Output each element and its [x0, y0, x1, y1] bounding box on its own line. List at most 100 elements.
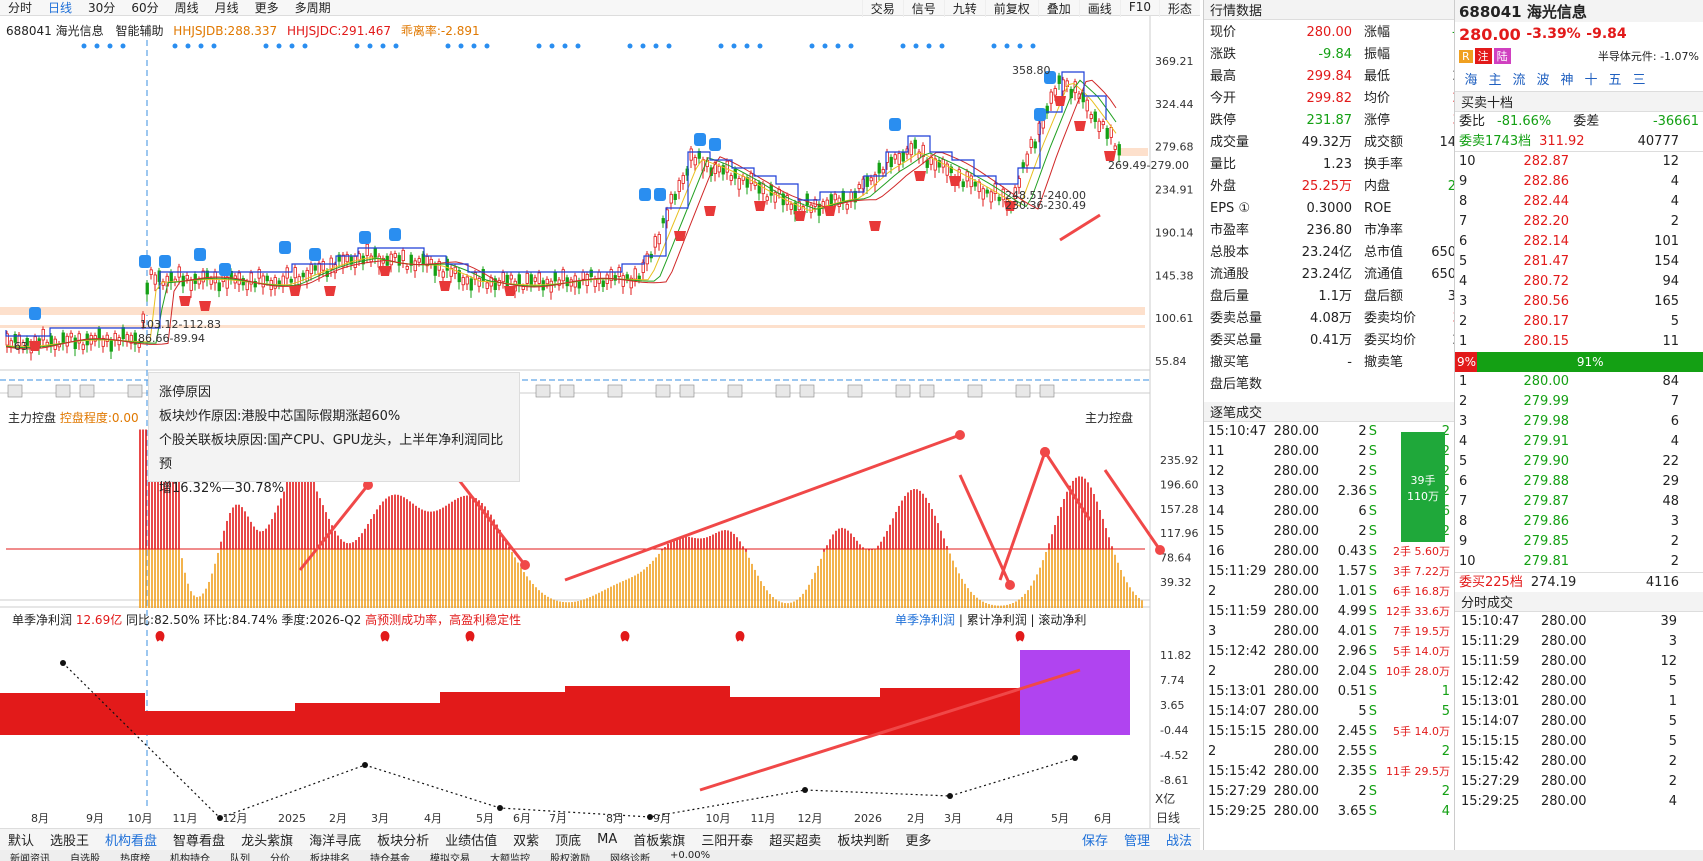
trade-button[interactable]: 交易 — [861, 0, 903, 17]
candle-body — [893, 154, 897, 160]
sell-signal-marker — [389, 228, 401, 241]
tab-cumulative-profit[interactable]: 累计净利润 — [967, 613, 1027, 627]
module-tab-10[interactable]: 股权激励 — [540, 850, 600, 861]
module-tab-3[interactable]: 机构持仓 — [160, 850, 220, 861]
tab-multi-period[interactable]: 多周期 — [287, 0, 339, 16]
sell-summary-row: 委卖1743档 311.92 40777 — [1455, 132, 1703, 152]
module-tab-2[interactable]: 热度榜 — [110, 850, 160, 861]
module-tab-12[interactable]: +0.00% — [660, 850, 720, 861]
module-tab-4[interactable]: 队列 — [220, 850, 260, 861]
date-axis-label: 6月 — [513, 812, 531, 825]
signal-dot — [367, 43, 373, 49]
module-tab-0[interactable]: 新闻资讯 — [0, 850, 60, 861]
panel3-title: 单季净利润 12.69亿 同比:82.50% 环比:84.74% 季度:2026… — [12, 611, 521, 628]
feature-char-0[interactable]: 海 — [1459, 69, 1483, 88]
feature-char-3[interactable]: 波 — [1531, 69, 1555, 88]
smart-assist[interactable]: 智能辅助 — [115, 24, 163, 38]
signal-button[interactable]: 信号 — [902, 0, 944, 17]
indicator-tab-0[interactable]: 默认 — [0, 830, 42, 849]
order-level-row: 2 280.17 5 — [1455, 312, 1703, 332]
tick-cell: 15:13:01 — [1208, 684, 1267, 699]
sell-signal-marker — [1034, 108, 1046, 121]
candle-body — [321, 261, 325, 271]
sell-levels: 10 282.87 12 9 282.86 4 8 282.44 4 7 282.20 2 6 282.1… — [1455, 152, 1703, 352]
feature-char-7[interactable]: 三 — [1627, 69, 1651, 88]
module-tab-8[interactable]: 模拟交易 — [420, 850, 480, 861]
indicator-tab-18[interactable]: 战法 — [1158, 830, 1200, 849]
f10-button[interactable]: F10 — [1119, 0, 1159, 17]
indicator-tab-6[interactable]: 板块分析 — [369, 830, 437, 849]
candle-body — [845, 203, 849, 210]
indicator-tab-13[interactable]: 超买超卖 — [761, 830, 829, 849]
level-price: 279.90 — [1523, 454, 1570, 469]
tab-monthly[interactable]: 月线 — [207, 0, 247, 16]
tick-cell: 280.00 — [1273, 464, 1320, 479]
pattern-button[interactable]: 形态 — [1158, 0, 1200, 17]
event-icon — [847, 384, 863, 398]
candle-body — [433, 264, 437, 276]
quote-value: -9.84 — [1318, 47, 1352, 62]
module-tab-6[interactable]: 板块排名 — [300, 850, 360, 861]
feature-char-4[interactable]: 神 — [1555, 69, 1579, 88]
indicator-tab-15[interactable]: 更多 — [897, 830, 939, 849]
feature-char-1[interactable]: 主 — [1483, 69, 1507, 88]
candle-body — [153, 274, 157, 285]
adjust-button[interactable]: 前复权 — [984, 0, 1038, 17]
tab-60min[interactable]: 60分 — [123, 0, 166, 16]
indicator-tab-2[interactable]: 机构看盘 — [97, 830, 165, 849]
module-tab-11[interactable]: 网络诊断 — [600, 850, 660, 861]
price-axis-label: 234.91 — [1155, 184, 1194, 197]
level-index: 3 — [1459, 414, 1468, 429]
indicator-tab-4[interactable]: 龙头紫旗 — [233, 830, 301, 849]
indicator-tab-10[interactable]: MA — [589, 832, 625, 847]
module-tab-5[interactable]: 分价 — [260, 850, 300, 861]
signal-dot — [1004, 43, 1010, 49]
candle-body — [1117, 144, 1121, 156]
indicator-tab-11[interactable]: 首板紫旗 — [625, 830, 693, 849]
tab-minute[interactable]: 分时 — [0, 0, 40, 16]
draw-button[interactable]: 画线 — [1078, 0, 1120, 17]
feature-char-6[interactable]: 五 — [1603, 69, 1627, 88]
tick-row: 15:14:07 280.00 5 S 5 — [1208, 702, 1450, 722]
candle-body — [761, 183, 765, 195]
indicator-tab-7[interactable]: 业绩估值 — [437, 830, 505, 849]
quote-value: 299.84 — [1306, 69, 1353, 84]
signal-dot — [445, 43, 451, 49]
indicator-tab-12[interactable]: 三阳开泰 — [693, 830, 761, 849]
panel2-axis-label: 157.28 — [1160, 503, 1199, 516]
tick-cell: 10手 28.0万 — [1386, 665, 1451, 678]
panel3-yoy: 同比:82.50% — [126, 613, 200, 627]
candle-body — [517, 274, 521, 286]
tab-daily[interactable]: 日线 — [40, 0, 80, 16]
indicator-tab-3[interactable]: 智尊看盘 — [165, 830, 233, 849]
nine-turn-button[interactable]: 九转 — [943, 0, 985, 17]
sector-change[interactable]: 半导体元件: -1.07% — [1598, 48, 1703, 64]
indicator-tab-8[interactable]: 双紫 — [505, 830, 547, 849]
module-tab-9[interactable]: 大额监控 — [480, 850, 540, 861]
indicator-tab-9[interactable]: 顶底 — [547, 830, 589, 849]
indicator-tab-14[interactable]: 板块判断 — [829, 830, 897, 849]
indicator-tab-17[interactable]: 管理 — [1116, 830, 1158, 849]
indicator-tab-5[interactable]: 海洋寻底 — [301, 830, 369, 849]
tab-more[interactable]: 更多 — [247, 0, 287, 16]
level-price: 280.17 — [1523, 314, 1570, 329]
tab-weekly[interactable]: 周线 — [167, 0, 207, 16]
quote-value: 0.41万 — [1310, 333, 1352, 348]
feature-char-2[interactable]: 流 — [1507, 69, 1531, 88]
tab-rolling-profit[interactable]: 滚动净利 — [1038, 613, 1086, 627]
module-tab-1[interactable]: 自选股 — [60, 850, 110, 861]
minute-trade-cell: 5 — [1668, 674, 1677, 689]
tab-30min[interactable]: 30分 — [80, 0, 123, 16]
module-tab-7[interactable]: 持仓基金 — [360, 850, 420, 861]
indicator-tab-16[interactable]: 保存 — [1074, 830, 1116, 849]
signal-dot — [185, 43, 191, 49]
candle-body — [877, 162, 881, 174]
quote-label: 成交额 — [1364, 135, 1404, 150]
level-price: 279.87 — [1523, 494, 1570, 509]
indicator-tab-1[interactable]: 选股王 — [42, 830, 97, 849]
sell-signal-marker — [309, 248, 321, 261]
tab-quarter-profit[interactable]: 单季净利润 — [895, 613, 955, 627]
overlay-button[interactable]: 叠加 — [1037, 0, 1079, 17]
feature-char-5[interactable]: 十 — [1579, 69, 1603, 88]
arrow-head — [955, 430, 965, 440]
